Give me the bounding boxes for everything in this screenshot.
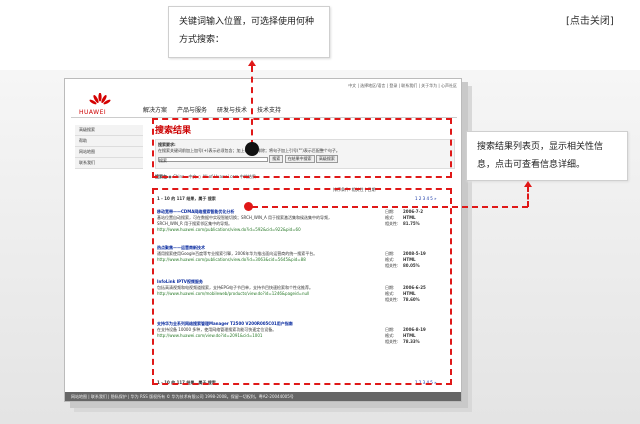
connector-line (252, 206, 528, 208)
connector-line (251, 66, 253, 146)
sidebar-item-sitemap[interactable]: 网站地图 (75, 147, 143, 158)
connector-line (527, 186, 529, 207)
close-button[interactable]: [点击关闭] (566, 12, 614, 27)
main-nav: 解决方案 产品与服务 研发与技术 技术支持 (143, 105, 281, 114)
footer: 网站地图 | 联系我们 | 隐私保护 | 华为 RSS 版权所有 © 华为技术有… (65, 392, 461, 401)
nav-research[interactable]: 研发与技术 (217, 105, 247, 114)
nav-support[interactable]: 技术支持 (257, 105, 281, 114)
search-area-highlight (152, 118, 452, 178)
sidebar-item-contact[interactable]: 联系我们 (75, 158, 143, 169)
sidebar-item-help[interactable]: 帮助 (75, 136, 143, 147)
top-links[interactable]: 中文 | 选择地区/语言 | 登录 | 联系我们 | 关于华为 | 心声社区 (348, 83, 457, 89)
marker-dot-icon (245, 142, 259, 156)
huawei-logo-icon (89, 93, 111, 105)
sidebar: 高级搜索 帮助 网站地图 联系我们 (75, 125, 143, 169)
sidebar-item-advanced[interactable]: 高级搜索 (75, 125, 143, 136)
brand-name: HUAWEI (79, 109, 107, 116)
arrow-up-icon (248, 60, 256, 66)
arrow-up-icon (524, 181, 532, 187)
nav-products[interactable]: 产品与服务 (177, 105, 207, 114)
callout-search-input: 关键词输入位置，可选择使用何种方式搜索： (168, 6, 330, 58)
callout-results-list: 搜索结果列表页，显示相关性信息，点击可查看信息详细。 (466, 131, 628, 181)
nav-solutions[interactable]: 解决方案 (143, 105, 167, 114)
results-area-highlight (152, 188, 452, 385)
